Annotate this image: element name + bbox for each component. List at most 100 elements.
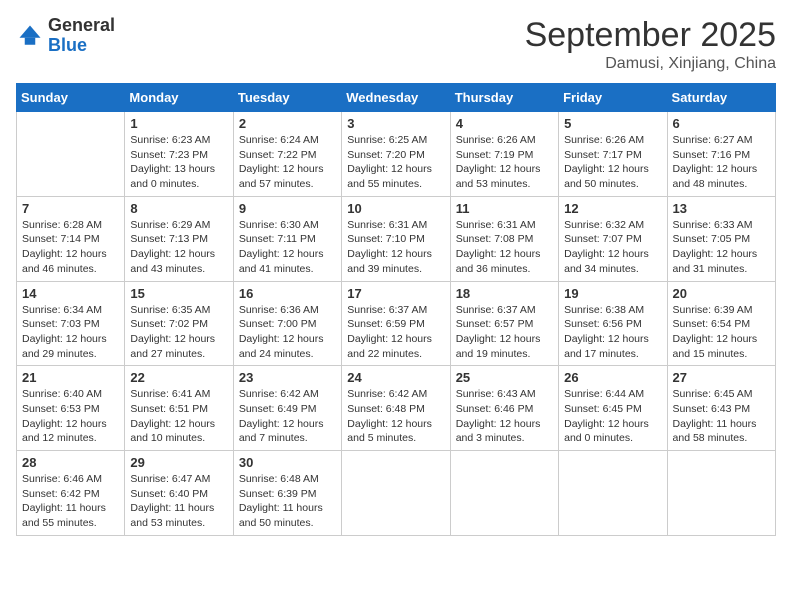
day-number: 15 (130, 286, 227, 301)
calendar-day-cell: 13 Sunrise: 6:33 AMSunset: 7:05 PMDayligh… (667, 196, 775, 281)
day-info: Sunrise: 6:43 AMSunset: 6:46 PMDaylight:… (456, 387, 553, 446)
day-info: Sunrise: 6:30 AMSunset: 7:11 PMDaylight:… (239, 218, 336, 277)
day-number: 14 (22, 286, 119, 301)
calendar-day-cell: 1 Sunrise: 6:23 AMSunset: 7:23 PMDaylight… (125, 112, 233, 197)
calendar-header-row: SundayMondayTuesdayWednesdayThursdayFrid… (17, 84, 776, 112)
calendar-day-cell: 10 Sunrise: 6:31 AMSunset: 7:10 PMDayligh… (342, 196, 450, 281)
day-info: Sunrise: 6:46 AMSunset: 6:42 PMDaylight:… (22, 472, 119, 531)
day-info: Sunrise: 6:48 AMSunset: 6:39 PMDaylight:… (239, 472, 336, 531)
calendar-day-cell (17, 112, 125, 197)
day-info: Sunrise: 6:24 AMSunset: 7:22 PMDaylight:… (239, 133, 336, 192)
calendar-day-cell: 4 Sunrise: 6:26 AMSunset: 7:19 PMDaylight… (450, 112, 558, 197)
day-info: Sunrise: 6:31 AMSunset: 7:10 PMDaylight:… (347, 218, 444, 277)
calendar-day-cell (450, 451, 558, 536)
day-info: Sunrise: 6:44 AMSunset: 6:45 PMDaylight:… (564, 387, 661, 446)
day-info: Sunrise: 6:26 AMSunset: 7:19 PMDaylight:… (456, 133, 553, 192)
title-block: September 2025 Damusi, Xinjiang, China (525, 16, 776, 73)
day-number: 10 (347, 201, 444, 216)
calendar-week-row: 7 Sunrise: 6:28 AMSunset: 7:14 PMDaylight… (17, 196, 776, 281)
day-number: 18 (456, 286, 553, 301)
day-info: Sunrise: 6:36 AMSunset: 7:00 PMDaylight:… (239, 303, 336, 362)
day-number: 13 (673, 201, 770, 216)
day-number: 28 (22, 455, 119, 470)
day-number: 4 (456, 116, 553, 131)
day-info: Sunrise: 6:27 AMSunset: 7:16 PMDaylight:… (673, 133, 770, 192)
day-number: 22 (130, 370, 227, 385)
day-info: Sunrise: 6:40 AMSunset: 6:53 PMDaylight:… (22, 387, 119, 446)
calendar-day-cell: 3Sunrise: 6:25 AMSunset: 7:20 PMDaylight… (342, 112, 450, 197)
calendar-day-cell: 9 Sunrise: 6:30 AMSunset: 7:11 PMDaylight… (233, 196, 341, 281)
calendar-week-row: 28 Sunrise: 6:46 AMSunset: 6:42 PMDayligh… (17, 451, 776, 536)
day-number: 24 (347, 370, 444, 385)
day-info: Sunrise: 6:42 AMSunset: 6:48 PMDaylight:… (347, 387, 444, 446)
day-info: Sunrise: 6:35 AMSunset: 7:02 PMDaylight:… (130, 303, 227, 362)
calendar-day-cell: 5Sunrise: 6:26 AMSunset: 7:17 PMDaylight… (559, 112, 667, 197)
day-info: Sunrise: 6:28 AMSunset: 7:14 PMDaylight:… (22, 218, 119, 277)
calendar-week-row: 21 Sunrise: 6:40 AMSunset: 6:53 PMDayligh… (17, 366, 776, 451)
day-number: 2 (239, 116, 336, 131)
logo: General Blue (16, 16, 115, 56)
day-number: 12 (564, 201, 661, 216)
day-number: 16 (239, 286, 336, 301)
location: Damusi, Xinjiang, China (525, 55, 776, 73)
calendar-day-cell: 26Sunrise: 6:44 AMSunset: 6:45 PMDayligh… (559, 366, 667, 451)
day-number: 11 (456, 201, 553, 216)
calendar-day-cell (667, 451, 775, 536)
weekday-header: Saturday (667, 84, 775, 112)
calendar-day-cell (342, 451, 450, 536)
calendar-day-cell: 6 Sunrise: 6:27 AMSunset: 7:16 PMDaylight… (667, 112, 775, 197)
calendar-day-cell: 30 Sunrise: 6:48 AMSunset: 6:39 PMDayligh… (233, 451, 341, 536)
calendar-day-cell: 14 Sunrise: 6:34 AMSunset: 7:03 PMDayligh… (17, 281, 125, 366)
day-number: 7 (22, 201, 119, 216)
logo-text: General Blue (48, 16, 115, 56)
day-number: 21 (22, 370, 119, 385)
calendar-day-cell: 17Sunrise: 6:37 AMSunset: 6:59 PMDayligh… (342, 281, 450, 366)
day-info: Sunrise: 6:33 AMSunset: 7:05 PMDaylight:… (673, 218, 770, 277)
day-info: Sunrise: 6:47 AMSunset: 6:40 PMDaylight:… (130, 472, 227, 531)
calendar-day-cell: 8 Sunrise: 6:29 AMSunset: 7:13 PMDaylight… (125, 196, 233, 281)
calendar-day-cell: 18 Sunrise: 6:37 AMSunset: 6:57 PMDayligh… (450, 281, 558, 366)
calendar-day-cell: 11 Sunrise: 6:31 AMSunset: 7:08 PMDayligh… (450, 196, 558, 281)
day-number: 17 (347, 286, 444, 301)
calendar-table: SundayMondayTuesdayWednesdayThursdayFrid… (16, 83, 776, 536)
day-number: 29 (130, 455, 227, 470)
day-number: 9 (239, 201, 336, 216)
day-number: 30 (239, 455, 336, 470)
calendar-day-cell: 23Sunrise: 6:42 AMSunset: 6:49 PMDayligh… (233, 366, 341, 451)
day-number: 8 (130, 201, 227, 216)
day-info: Sunrise: 6:31 AMSunset: 7:08 PMDaylight:… (456, 218, 553, 277)
day-number: 20 (673, 286, 770, 301)
day-info: Sunrise: 6:45 AMSunset: 6:43 PMDaylight:… (673, 387, 770, 446)
day-info: Sunrise: 6:34 AMSunset: 7:03 PMDaylight:… (22, 303, 119, 362)
day-info: Sunrise: 6:25 AMSunset: 7:20 PMDaylight:… (347, 133, 444, 192)
weekday-header: Monday (125, 84, 233, 112)
calendar-day-cell (559, 451, 667, 536)
day-info: Sunrise: 6:38 AMSunset: 6:56 PMDaylight:… (564, 303, 661, 362)
day-info: Sunrise: 6:32 AMSunset: 7:07 PMDaylight:… (564, 218, 661, 277)
weekday-header: Friday (559, 84, 667, 112)
calendar-day-cell: 24 Sunrise: 6:42 AMSunset: 6:48 PMDayligh… (342, 366, 450, 451)
calendar-day-cell: 27Sunrise: 6:45 AMSunset: 6:43 PMDayligh… (667, 366, 775, 451)
day-info: Sunrise: 6:26 AMSunset: 7:17 PMDaylight:… (564, 133, 661, 192)
month-title: September 2025 (525, 16, 776, 55)
logo-icon (16, 22, 44, 50)
day-info: Sunrise: 6:23 AMSunset: 7:23 PMDaylight:… (130, 133, 227, 192)
logo-general: General (48, 16, 115, 36)
calendar-day-cell: 29 Sunrise: 6:47 AMSunset: 6:40 PMDayligh… (125, 451, 233, 536)
day-info: Sunrise: 6:29 AMSunset: 7:13 PMDaylight:… (130, 218, 227, 277)
day-number: 1 (130, 116, 227, 131)
day-number: 6 (673, 116, 770, 131)
day-info: Sunrise: 6:37 AMSunset: 6:57 PMDaylight:… (456, 303, 553, 362)
day-number: 19 (564, 286, 661, 301)
calendar-day-cell: 25 Sunrise: 6:43 AMSunset: 6:46 PMDayligh… (450, 366, 558, 451)
calendar-day-cell: 15 Sunrise: 6:35 AMSunset: 7:02 PMDayligh… (125, 281, 233, 366)
calendar-day-cell: 12 Sunrise: 6:32 AMSunset: 7:07 PMDayligh… (559, 196, 667, 281)
day-number: 25 (456, 370, 553, 385)
calendar-day-cell: 22 Sunrise: 6:41 AMSunset: 6:51 PMDayligh… (125, 366, 233, 451)
calendar-week-row: 1 Sunrise: 6:23 AMSunset: 7:23 PMDaylight… (17, 112, 776, 197)
calendar-day-cell: 20Sunrise: 6:39 AMSunset: 6:54 PMDayligh… (667, 281, 775, 366)
day-info: Sunrise: 6:41 AMSunset: 6:51 PMDaylight:… (130, 387, 227, 446)
weekday-header: Tuesday (233, 84, 341, 112)
page-header: General Blue September 2025 Damusi, Xinj… (16, 16, 776, 73)
day-info: Sunrise: 6:42 AMSunset: 6:49 PMDaylight:… (239, 387, 336, 446)
